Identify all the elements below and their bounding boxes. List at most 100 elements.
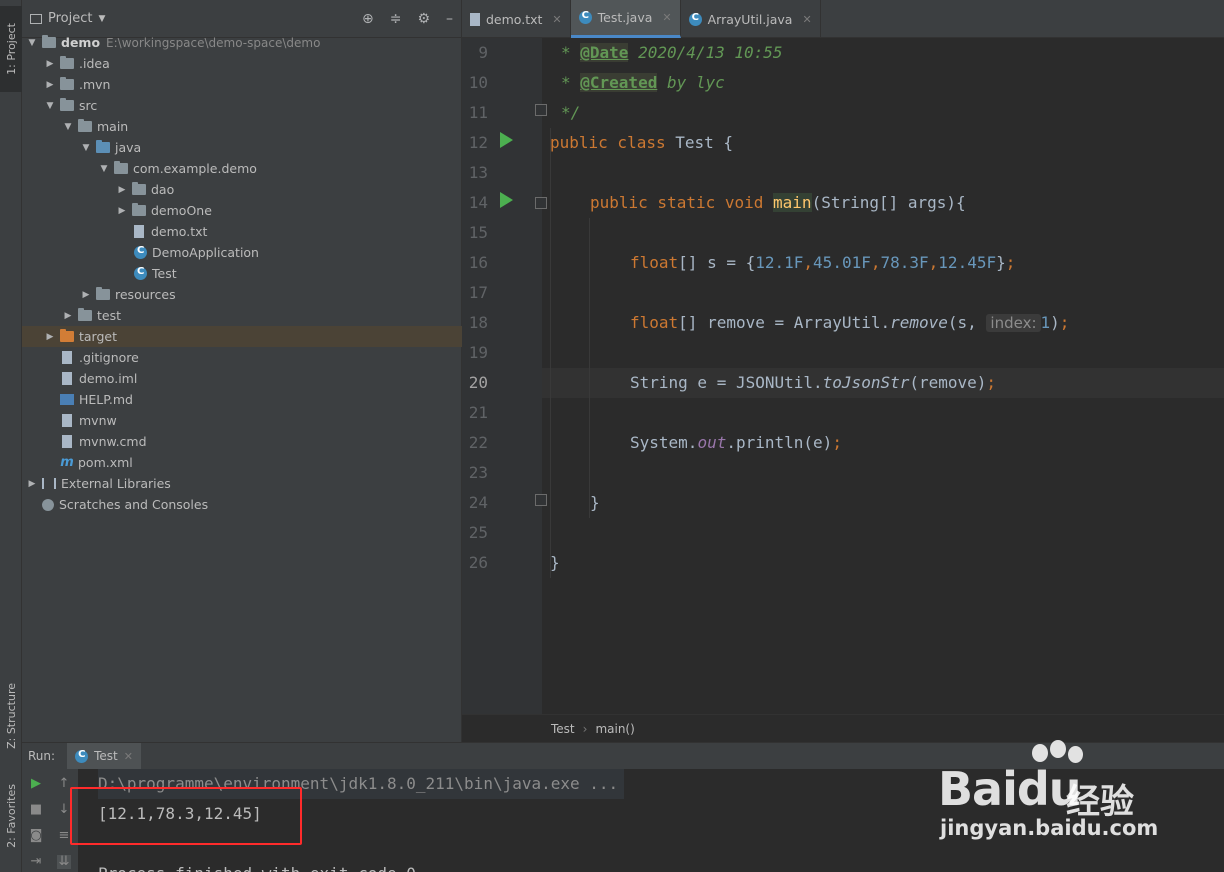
chevron-down-icon[interactable]: ▼ [80, 143, 92, 153]
tab-test-java[interactable]: Test.java ✕ [570, 0, 681, 38]
arrow-down-icon[interactable]: ↓ [57, 803, 71, 817]
package-icon [114, 161, 128, 174]
arrow-up-icon[interactable]: ↑ [57, 777, 71, 791]
tree-item-help-md[interactable]: HELP.md [22, 389, 462, 410]
keyword: public class [550, 133, 676, 152]
tool-tab-favorites-label: 2: Favorites [4, 784, 18, 848]
tree-item-gitignore[interactable]: .gitignore [22, 347, 462, 368]
tree-item-external-libraries[interactable]: ▶ External Libraries [22, 473, 462, 494]
code-text: (s, [947, 313, 987, 332]
locate-icon[interactable]: ⊕ [362, 11, 374, 27]
project-title: Project [48, 11, 93, 26]
collapse-all-icon[interactable]: ≑ [390, 11, 402, 27]
code-line-20: String e = JSONUtil.toJsonStr(remove); [630, 373, 997, 392]
breadcrumb: Test › main() [462, 714, 1224, 742]
close-icon[interactable]: ✕ [662, 11, 671, 24]
line-number: 26 [468, 553, 488, 572]
tree-item-scratches[interactable]: Scratches and Consoles [22, 494, 462, 515]
tree-item-idea[interactable]: ▶ .idea [22, 53, 462, 74]
folder-icon [78, 119, 92, 132]
breadcrumb-item[interactable]: Test [551, 722, 575, 736]
tool-tab-structure[interactable]: Z: Structure [0, 676, 22, 756]
chevron-right-icon[interactable]: ▶ [80, 290, 92, 300]
excluded-folder-icon [60, 329, 74, 342]
scroll-to-end-icon[interactable]: ⇊ [57, 855, 71, 869]
tree-item-label: src [79, 98, 98, 113]
chevron-down-icon[interactable]: ▼ [26, 38, 38, 48]
close-icon[interactable]: ✕ [552, 13, 561, 26]
tree-item-dao[interactable]: ▶ dao [22, 179, 462, 200]
tool-tab-project[interactable]: 1: Project [0, 6, 22, 92]
code-area[interactable]: * @Date 2020/4/13 10:55 * @Created by ly… [542, 38, 1224, 714]
project-view-selector[interactable]: Project ▼ [30, 11, 105, 26]
line-number: 14 [468, 193, 488, 212]
tree-item-label: Scratches and Consoles [59, 497, 209, 512]
tree-item-demo[interactable]: ▼ demo E:\workingspace\demo-space\demo [22, 32, 462, 53]
tree-item-label: HELP.md [79, 392, 133, 407]
tree-item-demo-txt[interactable]: demo.txt [22, 221, 462, 242]
chevron-right-icon[interactable]: ▶ [44, 59, 56, 69]
tool-tab-favorites[interactable]: 2: Favorites [0, 776, 22, 856]
tree-item-demoone[interactable]: ▶ demoOne [22, 200, 462, 221]
project-toolbar: ⊕ ≑ ⚙ – [362, 11, 453, 27]
run-main-icon[interactable] [500, 192, 513, 208]
editor: demo.txt ✕ Test.java ✕ ArrayUtil.java ✕ 9 1… [462, 0, 1224, 742]
tree-item-mvnw-cmd[interactable]: mvnw.cmd [22, 431, 462, 452]
close-icon[interactable]: ✕ [124, 750, 133, 763]
chevron-right-icon[interactable]: ▶ [26, 479, 38, 489]
tree-item-target[interactable]: ▶ target [22, 326, 462, 347]
chevron-right-icon[interactable]: ▶ [62, 311, 74, 321]
tree-item-pom-xml[interactable]: m pom.xml [22, 452, 462, 473]
tree-item-java[interactable]: ▼ java [22, 137, 462, 158]
folder-icon [60, 98, 74, 111]
paw-icon [1068, 746, 1083, 763]
chevron-down-icon[interactable]: ▼ [98, 164, 110, 174]
tree-item-resources[interactable]: ▶ resources [22, 284, 462, 305]
breadcrumb-item[interactable]: main() [595, 722, 634, 736]
camera-icon[interactable]: ◙ [29, 829, 43, 843]
tree-item-label: External Libraries [61, 476, 171, 491]
tab-demo-txt[interactable]: demo.txt ✕ [462, 0, 571, 38]
tree-item-main[interactable]: ▼ main [22, 116, 462, 137]
chevron-right-icon[interactable]: ▶ [116, 206, 128, 216]
method-name: main [773, 193, 812, 212]
chevron-down-icon[interactable]: ▼ [44, 101, 56, 111]
tab-arrayutil-java[interactable]: ArrayUtil.java ✕ [681, 0, 821, 38]
run-class-icon[interactable] [500, 132, 513, 148]
tree-item-test-class[interactable]: Test [22, 263, 462, 284]
chevron-down-icon[interactable]: ▼ [62, 122, 74, 132]
gear-icon[interactable]: ⚙ [417, 11, 430, 27]
chevron-right-icon[interactable]: ▶ [44, 332, 56, 342]
tree-item-demo-iml[interactable]: demo.iml [22, 368, 462, 389]
baidu-logo: Baidu [938, 762, 1082, 816]
soft-wrap-icon[interactable]: ≡ [57, 829, 71, 843]
tree-item-demoapplication[interactable]: DemoApplication [22, 242, 462, 263]
tree-item-label: demo.txt [151, 224, 208, 239]
code-text: ) [1050, 313, 1060, 332]
rerun-icon[interactable]: ▶ [29, 777, 43, 791]
tree-item-mvn[interactable]: ▶ .mvn [22, 74, 462, 95]
static-method: toJsonStr [822, 373, 910, 392]
tree-item-label: .mvn [79, 77, 111, 92]
tree-item-package[interactable]: ▼ com.example.demo [22, 158, 462, 179]
stop-icon[interactable]: ■ [29, 803, 43, 817]
line-number: 19 [468, 343, 488, 362]
line-number: 21 [468, 403, 488, 422]
run-tab-test[interactable]: Test ✕ [67, 743, 141, 769]
tree-item-src[interactable]: ▼ src [22, 95, 462, 116]
code-line-12: public class Test { [550, 128, 733, 158]
hide-icon[interactable]: – [446, 11, 453, 27]
code-line-26: } [550, 548, 560, 578]
exit-icon[interactable]: ⇥ [29, 855, 43, 869]
chevron-right-icon[interactable]: ▶ [44, 80, 56, 90]
editor-gutter[interactable]: 9 10 11 12 13 14 15 16 17 18 19 20 21 22… [462, 38, 547, 714]
code-text: String e = JSONUtil. [630, 373, 823, 392]
javadoc-tag: @Created [580, 73, 658, 92]
code-text: .println(e) [726, 433, 833, 452]
tree-item-test[interactable]: ▶ test [22, 305, 462, 326]
chevron-right-icon[interactable]: ▶ [116, 185, 128, 195]
number-literal: 12.1F [755, 253, 804, 272]
tab-label: ArrayUtil.java [707, 11, 793, 27]
close-icon[interactable]: ✕ [802, 13, 811, 26]
tree-item-mvnw[interactable]: mvnw [22, 410, 462, 431]
